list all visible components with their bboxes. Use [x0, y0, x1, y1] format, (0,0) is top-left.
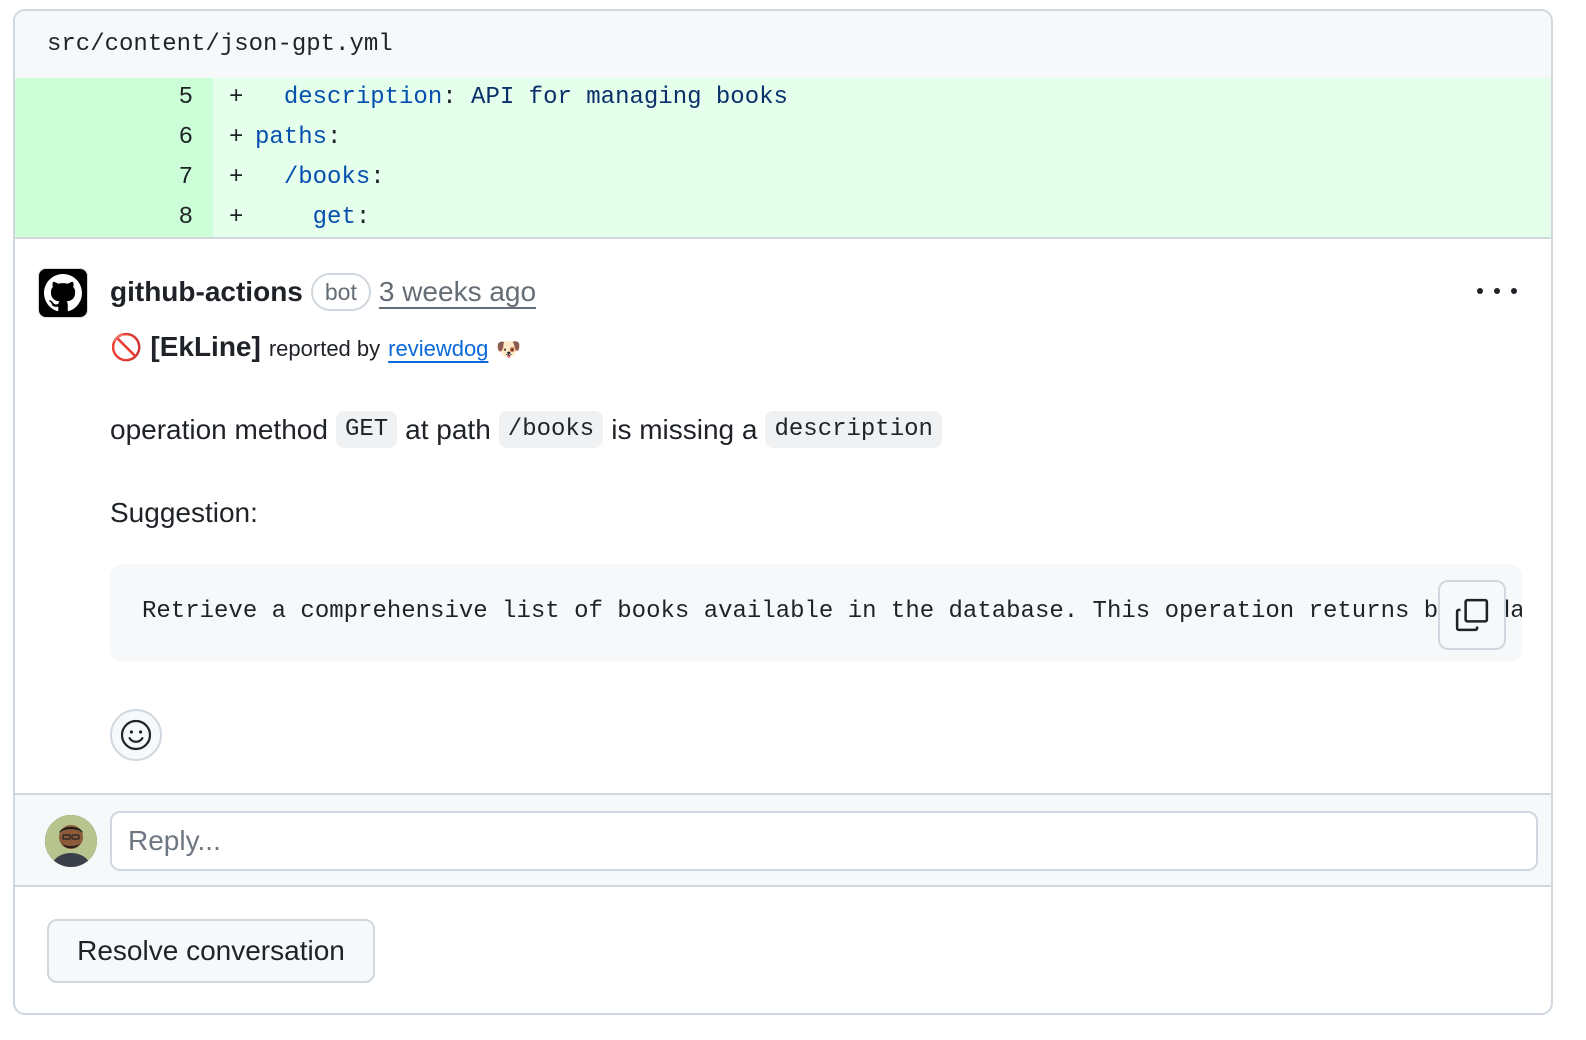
added-marker: +	[229, 203, 244, 231]
github-logo-icon	[44, 274, 82, 312]
yaml-key: description	[283, 84, 443, 112]
added-marker: +	[229, 84, 244, 112]
review-thread: src/content/json-gpt.yml 5 + description…	[13, 9, 1553, 1015]
inline-code: GET	[335, 411, 398, 448]
prohibited-icon: 🚫	[110, 332, 143, 362]
added-marker: +	[229, 163, 244, 191]
suggestion-code[interactable]: Retrieve a comprehensive list of books a…	[142, 598, 1522, 625]
suggestion-code-block: Retrieve a comprehensive list of books a…	[110, 564, 1522, 662]
reported-by-text: reported by	[268, 336, 381, 361]
bot-badge: bot	[310, 273, 371, 311]
copy-icon	[1455, 598, 1489, 632]
resolve-conversation-button[interactable]: Resolve conversation	[47, 919, 375, 983]
comment-title: [EkLine]	[150, 331, 261, 362]
author-name[interactable]: github-actions	[110, 276, 303, 308]
github-actions-avatar[interactable]	[38, 268, 88, 318]
diff-hunk: 5 + description: API for managing books …	[15, 78, 1551, 239]
line-code: + paths:	[213, 118, 1551, 158]
line-number[interactable]: 5	[15, 78, 213, 118]
message-text: at path	[405, 413, 491, 445]
diff-line: 8 + get:	[15, 197, 1551, 237]
line-number[interactable]: 8	[15, 197, 213, 237]
yaml-colon: :	[327, 124, 342, 152]
user-avatar[interactable]	[45, 815, 97, 867]
inline-code: description	[765, 411, 942, 448]
review-comment: github-actions bot 3 weeks ago 🚫 [EkLine…	[15, 239, 1551, 794]
dot	[1511, 288, 1517, 294]
dog-emoji-icon: 🐶	[496, 339, 522, 361]
yaml-colon: :	[355, 203, 371, 231]
diff-line: 6 + paths:	[15, 117, 1551, 158]
copy-button[interactable]	[1438, 580, 1506, 650]
reply-area	[15, 793, 1551, 887]
suggestion-label: Suggestion:	[110, 497, 258, 528]
reply-input[interactable]	[110, 811, 1538, 871]
diff-line: 7 + /books:	[15, 157, 1551, 198]
message-text: is missing a	[611, 413, 758, 445]
yaml-colon: :	[370, 163, 385, 191]
timestamp-link[interactable]: 3 weeks ago	[379, 276, 536, 308]
line-code: + description: API for managing books	[213, 78, 1551, 118]
added-marker: +	[229, 124, 244, 152]
inline-code: /books	[498, 411, 604, 448]
user-photo-icon	[45, 815, 97, 867]
comment-title-line: 🚫 [EkLine] reported by reviewdog 🐶	[110, 331, 521, 363]
yaml-key: /books	[283, 163, 371, 191]
dot	[1477, 288, 1483, 294]
line-number[interactable]: 6	[15, 117, 213, 158]
comment-message: operation method GET at path /books is m…	[110, 411, 942, 448]
reviewdog-link[interactable]: reviewdog	[388, 336, 488, 362]
file-path-header: src/content/json-gpt.yml	[15, 11, 1551, 78]
line-code: + get:	[213, 197, 1551, 237]
more-options-icon[interactable]	[1477, 279, 1517, 303]
line-code: + /books:	[213, 158, 1551, 198]
message-text: operation method	[110, 413, 328, 445]
yaml-key: paths	[255, 124, 328, 152]
line-number[interactable]: 7	[15, 157, 213, 198]
diff-line: 5 + description: API for managing books	[15, 78, 1551, 118]
dot	[1494, 288, 1500, 294]
add-reaction-button[interactable]	[110, 709, 162, 761]
yaml-value: API for managing books	[456, 84, 788, 112]
yaml-colon: :	[442, 84, 457, 112]
smiley-icon	[120, 719, 152, 751]
file-path[interactable]: src/content/json-gpt.yml	[47, 31, 393, 58]
yaml-key: get	[312, 203, 356, 231]
comment-header: github-actions bot 3 weeks ago	[110, 273, 536, 311]
